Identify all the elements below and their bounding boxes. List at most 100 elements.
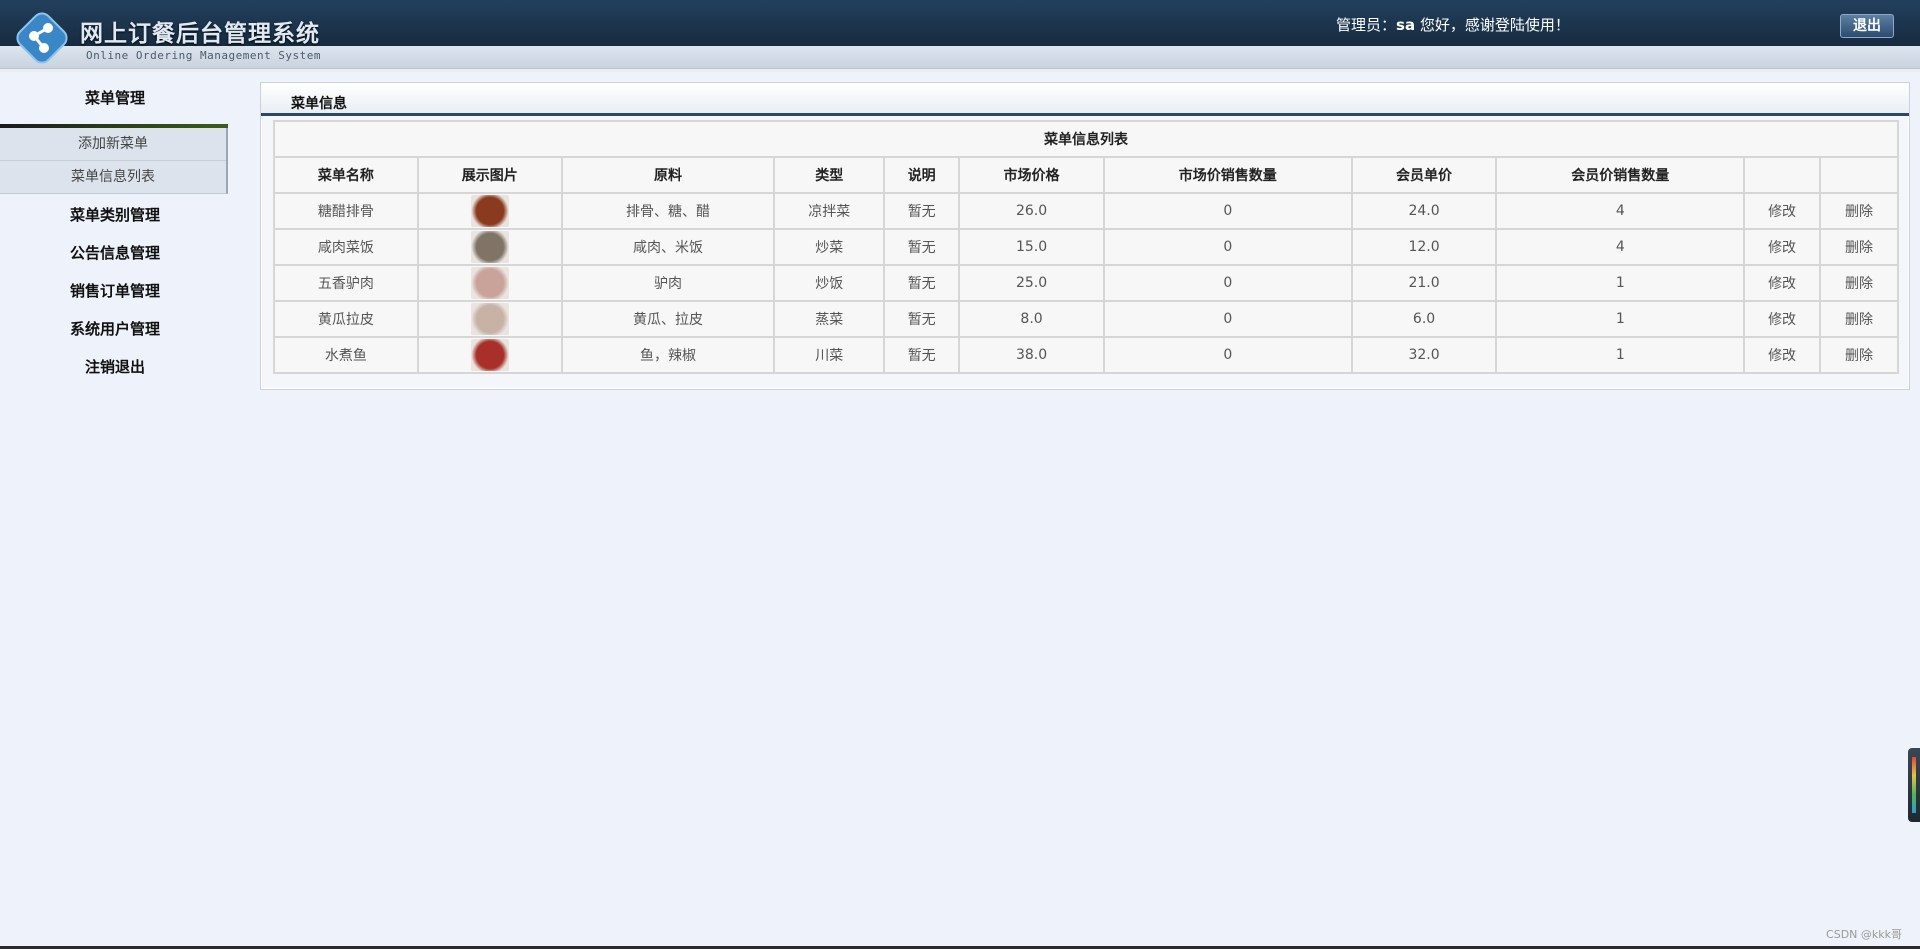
dish-thumbnail <box>470 339 509 371</box>
system-title: 网上订餐后台管理系统 <box>80 20 320 47</box>
dish-thumbnail <box>470 195 509 227</box>
cell-member-sales: 4 <box>1495 192 1746 230</box>
panel-title: 菜单信息 <box>291 96 347 112</box>
table-row: 咸肉菜饭 咸肉、米饭 炒菜 暂无 15.0 0 12.0 4 修改 删除 <box>273 228 1899 266</box>
dish-image-cell <box>416 264 563 302</box>
cell-market-sales: 0 <box>1102 264 1353 302</box>
cell-market-price: 8.0 <box>958 300 1105 338</box>
column-header: 说明 <box>883 156 961 194</box>
menu-info-panel: 菜单信息 菜单信息列表 菜单名称 展示图片 原料 类型 说明 市场价格 市场价销… <box>260 82 1910 390</box>
cell-member-sales: 1 <box>1495 336 1746 374</box>
sidebar: 菜单管理 添加新菜单 菜单信息列表 菜单类别管理 公告信息管理 销售订单管理 系… <box>0 72 230 386</box>
cell-note: 暂无 <box>883 300 961 338</box>
edit-link[interactable]: 修改 <box>1743 300 1822 338</box>
cell-type: 蒸菜 <box>773 300 886 338</box>
side-widget-handle[interactable] <box>1908 748 1920 822</box>
cell-ingredients: 鱼，辣椒 <box>560 336 776 374</box>
edit-link[interactable]: 修改 <box>1743 192 1822 230</box>
logout-button[interactable]: 退出 <box>1840 14 1894 38</box>
cell-market-sales: 0 <box>1102 300 1353 338</box>
cell-market-price: 38.0 <box>958 336 1105 374</box>
sidebar-section-menu[interactable]: 菜单管理 <box>0 72 230 124</box>
table-row: 水煮鱼 鱼，辣椒 川菜 暂无 38.0 0 32.0 1 修改 删除 <box>273 336 1899 374</box>
edit-link[interactable]: 修改 <box>1743 228 1822 266</box>
column-header: 原料 <box>560 156 776 194</box>
cell-note: 暂无 <box>883 192 961 230</box>
sidebar-submenu: 添加新菜单 菜单信息列表 <box>0 128 228 194</box>
cell-market-price: 25.0 <box>958 264 1105 302</box>
cell-ingredients: 驴肉 <box>560 264 776 302</box>
dish-image-cell <box>416 300 563 338</box>
cell-name: 黄瓜拉皮 <box>273 300 419 338</box>
cell-name: 咸肉菜饭 <box>273 228 419 266</box>
cell-type: 炒饭 <box>773 264 886 302</box>
cell-member-sales: 1 <box>1495 264 1746 302</box>
cell-note: 暂无 <box>883 228 961 266</box>
sidebar-subitem-menu-list[interactable]: 菜单信息列表 <box>0 161 226 193</box>
table-row: 黄瓜拉皮 黄瓜、拉皮 蒸菜 暂无 8.0 0 6.0 1 修改 删除 <box>273 300 1899 338</box>
table-row: 糖醋排骨 排骨、糖、醋 凉拌菜 暂无 26.0 0 24.0 4 修改 删除 <box>273 192 1899 230</box>
delete-link[interactable]: 删除 <box>1819 336 1899 374</box>
table-caption: 菜单信息列表 <box>273 120 1899 158</box>
cell-ingredients: 排骨、糖、醋 <box>560 192 776 230</box>
cell-note: 暂无 <box>883 336 961 374</box>
cell-type: 凉拌菜 <box>773 192 886 230</box>
column-header <box>1819 156 1899 194</box>
sidebar-item-notice[interactable]: 公告信息管理 <box>0 234 230 272</box>
system-subtitle: Online Ordering Management System <box>86 49 322 62</box>
cell-name: 水煮鱼 <box>273 336 419 374</box>
cell-member-price: 32.0 <box>1350 336 1498 374</box>
watermark: CSDN @kkk哥 <box>1826 928 1902 941</box>
dish-image-cell <box>416 336 563 374</box>
delete-link[interactable]: 删除 <box>1819 264 1899 302</box>
table-header-row: 菜单名称 展示图片 原料 类型 说明 市场价格 市场价销售数量 会员单价 会员价… <box>273 156 1899 194</box>
column-header: 会员价销售数量 <box>1495 156 1746 194</box>
cell-name: 糖醋排骨 <box>273 192 419 230</box>
cell-market-sales: 0 <box>1102 228 1353 266</box>
dish-image-cell <box>416 228 563 266</box>
cell-type: 炒菜 <box>773 228 886 266</box>
cell-ingredients: 咸肉、米饭 <box>560 228 776 266</box>
cell-member-price: 24.0 <box>1350 192 1498 230</box>
edit-link[interactable]: 修改 <box>1743 264 1822 302</box>
sidebar-subitem-add-menu[interactable]: 添加新菜单 <box>0 128 226 161</box>
cell-note: 暂无 <box>883 264 961 302</box>
welcome-text: 管理员：sa 您好，感谢登陆使用！ <box>1336 16 1570 34</box>
dish-image-cell <box>416 192 563 230</box>
delete-link[interactable]: 删除 <box>1819 300 1899 338</box>
cell-member-price: 6.0 <box>1350 300 1498 338</box>
table-row: 五香驴肉 驴肉 炒饭 暂无 25.0 0 21.0 1 修改 删除 <box>273 264 1899 302</box>
column-header: 菜单名称 <box>273 156 419 194</box>
cell-member-price: 12.0 <box>1350 228 1498 266</box>
sidebar-item-logout[interactable]: 注销退出 <box>0 348 230 386</box>
cell-market-price: 15.0 <box>958 228 1105 266</box>
column-header: 市场价销售数量 <box>1102 156 1353 194</box>
cell-member-sales: 4 <box>1495 228 1746 266</box>
dish-thumbnail <box>470 303 509 335</box>
column-header: 展示图片 <box>416 156 563 194</box>
sidebar-item-category[interactable]: 菜单类别管理 <box>0 196 230 234</box>
cell-member-sales: 1 <box>1495 300 1746 338</box>
delete-link[interactable]: 删除 <box>1819 228 1899 266</box>
delete-link[interactable]: 删除 <box>1819 192 1899 230</box>
sidebar-item-orders[interactable]: 销售订单管理 <box>0 272 230 310</box>
column-header: 类型 <box>773 156 886 194</box>
column-header: 市场价格 <box>958 156 1105 194</box>
header: 网上订餐后台管理系统 Online Ordering Management Sy… <box>0 0 1920 72</box>
app-logo-icon <box>16 12 68 64</box>
menu-table: 菜单信息列表 菜单名称 展示图片 原料 类型 说明 市场价格 市场价销售数量 会… <box>273 120 1899 374</box>
cell-type: 川菜 <box>773 336 886 374</box>
cell-name: 五香驴肉 <box>273 264 419 302</box>
table-body: 糖醋排骨 排骨、糖、醋 凉拌菜 暂无 26.0 0 24.0 4 修改 删除 咸肉菜饭 咸肉、米饭 炒菜… <box>273 192 1899 374</box>
cell-ingredients: 黄瓜、拉皮 <box>560 300 776 338</box>
sidebar-item-users[interactable]: 系统用户管理 <box>0 310 230 348</box>
dish-thumbnail <box>470 231 509 263</box>
column-header: 会员单价 <box>1350 156 1498 194</box>
cell-market-sales: 0 <box>1102 192 1353 230</box>
cell-market-sales: 0 <box>1102 336 1353 374</box>
dish-thumbnail <box>470 267 509 299</box>
edit-link[interactable]: 修改 <box>1743 336 1822 374</box>
panel-header: 菜单信息 <box>261 83 1909 116</box>
column-header <box>1743 156 1822 194</box>
admin-username: sa <box>1396 16 1416 34</box>
